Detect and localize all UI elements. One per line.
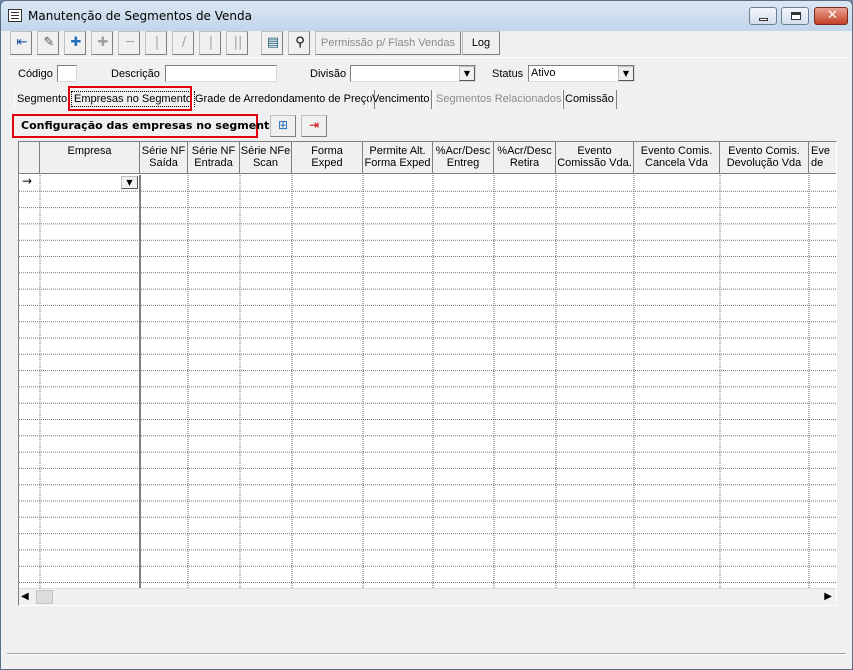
exit-icon: ⇤ xyxy=(16,35,28,50)
status-label: Status xyxy=(492,68,524,80)
tab-vencimento[interactable]: Vencimento xyxy=(369,90,433,109)
first-record-button[interactable]: | xyxy=(145,31,167,55)
exit-button[interactable]: ⇤ xyxy=(10,31,32,55)
permission-flash-vendas-button[interactable]: Permissão p/ Flash Vendas xyxy=(315,31,461,55)
tab-segmento[interactable]: Segmento xyxy=(14,90,71,109)
previous-record-button[interactable]: / xyxy=(172,31,194,55)
window-title: Manutenção de Segmentos de Venda xyxy=(28,9,252,23)
tab-grade-arredondamento[interactable]: Grade de Arredondamento de Preço xyxy=(192,90,376,109)
codigo-field[interactable] xyxy=(57,65,77,82)
tab-segmentos-relacionados[interactable]: Segmentos Relacionados xyxy=(433,90,565,109)
col-permite-alt-forma-exped[interactable]: Permite Alt. Forma Exped xyxy=(363,142,433,174)
col-evento-comissao-vda[interactable]: Evento Comissão Vda. xyxy=(556,142,634,174)
col-evento-comis-cancela-vda[interactable]: Evento Comis. Cancela Vda xyxy=(634,142,720,174)
list-icon: ▤ xyxy=(266,35,280,50)
col-empresa[interactable]: Empresa xyxy=(40,142,140,174)
codigo-label: Código xyxy=(18,68,53,80)
row-selector-header xyxy=(19,142,40,174)
horizontal-scrollbar[interactable]: ◀ ▶ xyxy=(19,588,836,605)
chevron-down-icon[interactable]: ▼ xyxy=(121,176,138,189)
first-icon: | xyxy=(154,35,160,50)
current-row-arrow-icon: → xyxy=(22,174,33,188)
minimize-icon xyxy=(759,18,768,21)
add-company-button[interactable]: ⊞ xyxy=(270,115,296,137)
grid-lines xyxy=(19,175,836,590)
minimize-button[interactable] xyxy=(749,7,777,25)
new-disabled-icon: ✚ xyxy=(97,35,109,50)
search-button[interactable]: ⚲ xyxy=(288,31,310,55)
binoculars-icon: ⚲ xyxy=(295,35,305,50)
status-select[interactable]: Ativo ▼ xyxy=(528,65,635,82)
app-icon xyxy=(8,9,22,22)
tab-highlight xyxy=(68,86,192,111)
main-window: Manutenção de Segmentos de Venda ✕ ⇤ ✎ ✚… xyxy=(0,0,853,670)
last-record-button[interactable]: || xyxy=(226,31,248,55)
maximize-button[interactable] xyxy=(781,7,809,25)
chevron-down-icon[interactable]: ▼ xyxy=(459,66,475,81)
scroll-right-icon[interactable]: ▶ xyxy=(824,591,832,602)
status-bar xyxy=(7,653,846,655)
list-button[interactable]: ▤ xyxy=(261,31,283,55)
new-button[interactable]: ✚ xyxy=(91,31,113,55)
col-serie-nf-saida[interactable]: Série NF Saída xyxy=(140,142,188,174)
title-bar[interactable]: Manutenção de Segmentos de Venda ✕ xyxy=(1,1,852,31)
descricao-label: Descrição xyxy=(111,68,160,80)
col-evento-comis-devolucao-vda[interactable]: Evento Comis. Devolução Vda xyxy=(720,142,809,174)
remove-button[interactable]: ─ xyxy=(118,31,140,55)
edit-icon: ✎ xyxy=(43,35,55,50)
close-icon: ✕ xyxy=(827,8,838,23)
prev-icon: / xyxy=(181,35,187,50)
scroll-thumb[interactable] xyxy=(36,590,53,604)
toolbar: ⇤ ✎ ✚ ✚ ─ | / | || ▤ ⚲ Permissão p/ Flas… xyxy=(10,31,845,59)
companies-grid[interactable]: Empresa Série NF Saída Série NF Entrada … xyxy=(18,141,837,606)
divisao-select[interactable]: ▼ xyxy=(350,65,476,82)
col-forma-exped[interactable]: Forma Exped xyxy=(292,142,363,174)
divisao-label: Divisão xyxy=(310,68,347,80)
close-button[interactable]: ✕ xyxy=(814,7,848,25)
last-icon: || xyxy=(233,35,243,50)
add-row-icon: ⊞ xyxy=(277,118,289,132)
section-title: Configuração das empresas no segmento xyxy=(21,119,277,132)
status-value: Ativo xyxy=(531,67,556,79)
col-evento-extra[interactable]: Eve de xyxy=(809,142,836,174)
descricao-field[interactable] xyxy=(165,65,277,82)
scroll-left-icon[interactable]: ◀ xyxy=(21,591,29,602)
chevron-down-icon[interactable]: ▼ xyxy=(618,66,634,81)
next-icon: | xyxy=(208,35,214,50)
add-icon: ✚ xyxy=(70,35,82,50)
edit-button[interactable]: ✎ xyxy=(37,31,59,55)
remove-row-icon: ⇥ xyxy=(308,118,320,132)
remove-company-button[interactable]: ⇥ xyxy=(301,115,327,137)
add-button[interactable]: ✚ xyxy=(64,31,86,55)
window-content: ⇤ ✎ ✚ ✚ ─ | / | || ▤ ⚲ Permissão p/ Flas… xyxy=(7,31,846,665)
col-acr-desc-entreg[interactable]: %Acr/Desc Entreg xyxy=(433,142,494,174)
maximize-icon xyxy=(791,12,801,20)
col-serie-nfe-scan[interactable]: Série NFe Scan xyxy=(240,142,292,174)
next-record-button[interactable]: | xyxy=(199,31,221,55)
remove-disabled-icon: ─ xyxy=(126,35,134,50)
col-serie-nf-entrada[interactable]: Série NF Entrada xyxy=(188,142,240,174)
tab-comissao[interactable]: Comissão xyxy=(562,90,617,109)
toolbar-divider xyxy=(7,57,846,58)
log-button[interactable]: Log xyxy=(462,31,500,55)
col-acr-desc-retira[interactable]: %Acr/Desc Retira xyxy=(494,142,556,174)
